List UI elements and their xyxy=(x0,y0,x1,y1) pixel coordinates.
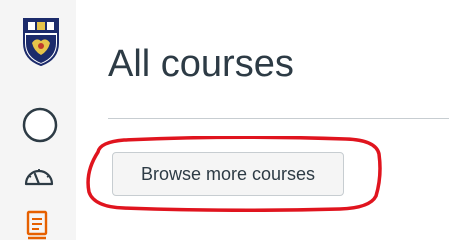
account-avatar-icon[interactable] xyxy=(22,107,58,143)
global-navigation-sidebar xyxy=(0,0,76,240)
title-divider xyxy=(108,118,449,119)
page-title: All courses xyxy=(108,43,294,85)
dashboard-icon[interactable] xyxy=(23,162,55,190)
courses-icon[interactable] xyxy=(26,210,48,240)
university-crest-icon[interactable] xyxy=(22,17,60,67)
browse-more-courses-button[interactable]: Browse more courses xyxy=(112,152,344,196)
